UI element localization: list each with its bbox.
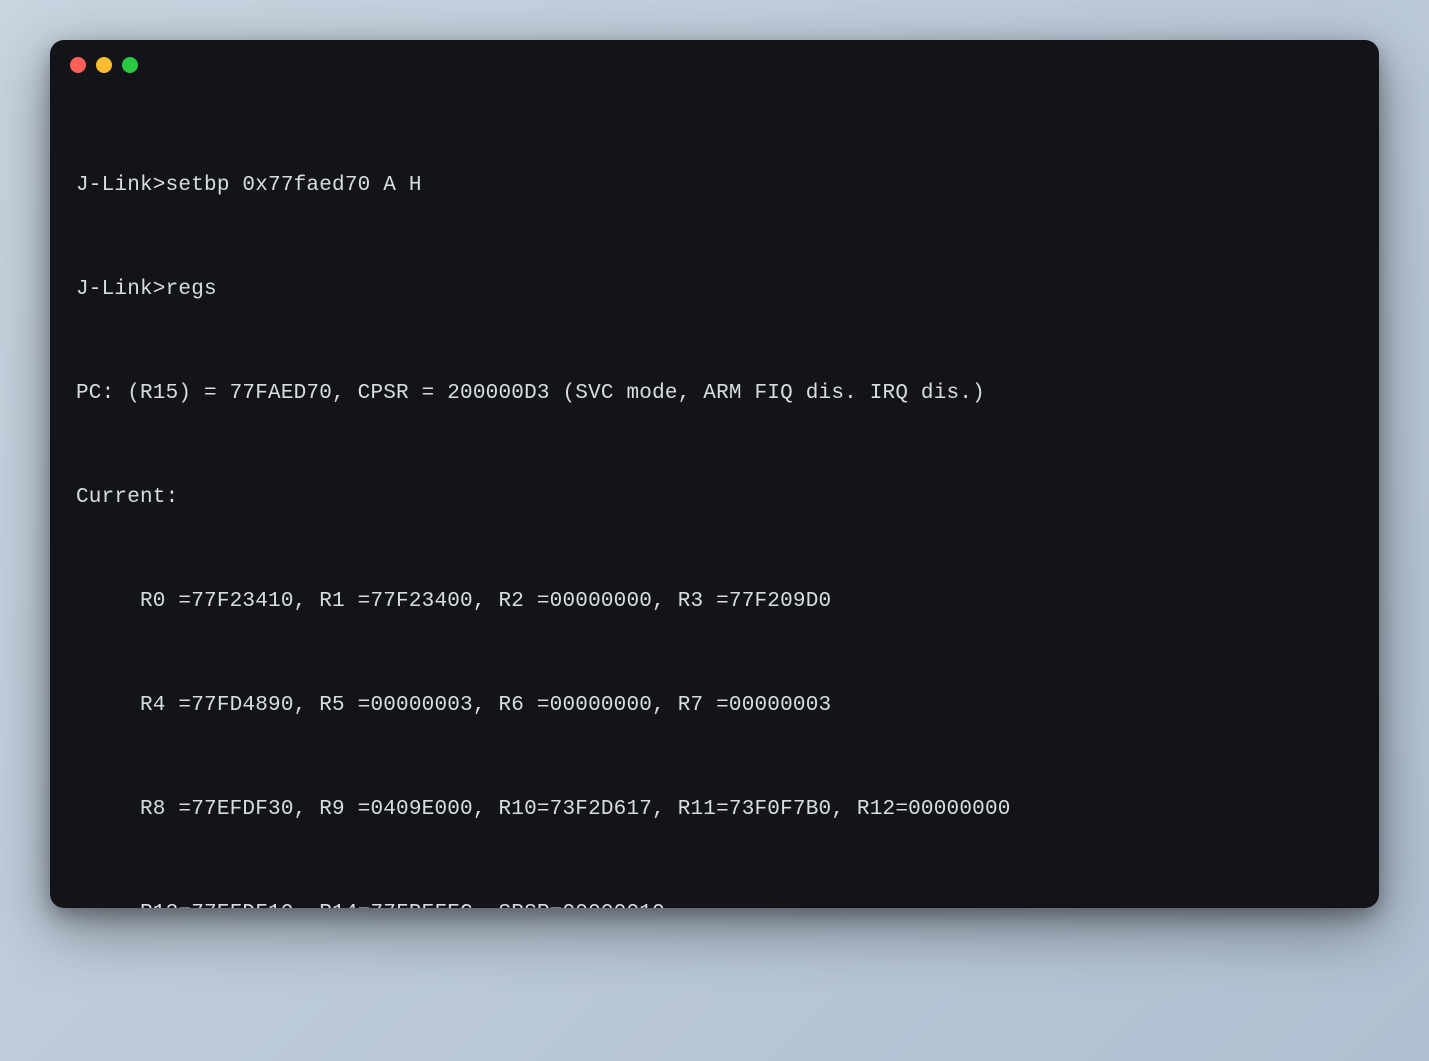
- terminal-line: R4 =77FD4890, R5 =00000003, R6 =00000000…: [76, 689, 1353, 724]
- minimize-icon[interactable]: [96, 57, 112, 73]
- terminal-line: R13=77EFDF10, R14=77FBEFEC, SPSR=0000001…: [76, 897, 1353, 908]
- terminal-line: R0 =77F23410, R1 =77F23400, R2 =00000000…: [76, 585, 1353, 620]
- terminal-line: PC: (R15) = 77FAED70, CPSR = 200000D3 (S…: [76, 377, 1353, 412]
- close-icon[interactable]: [70, 57, 86, 73]
- terminal-line: J-Link>regs: [76, 273, 1353, 308]
- zoom-icon[interactable]: [122, 57, 138, 73]
- terminal-body[interactable]: J-Link>setbp 0x77faed70 A H J-Link>regs …: [50, 90, 1379, 908]
- window-titlebar: [50, 40, 1379, 90]
- terminal-window: J-Link>setbp 0x77faed70 A H J-Link>regs …: [50, 40, 1379, 908]
- terminal-line: Current:: [76, 481, 1353, 516]
- terminal-line: J-Link>setbp 0x77faed70 A H: [76, 169, 1353, 204]
- terminal-line: R8 =77EFDF30, R9 =0409E000, R10=73F2D617…: [76, 793, 1353, 828]
